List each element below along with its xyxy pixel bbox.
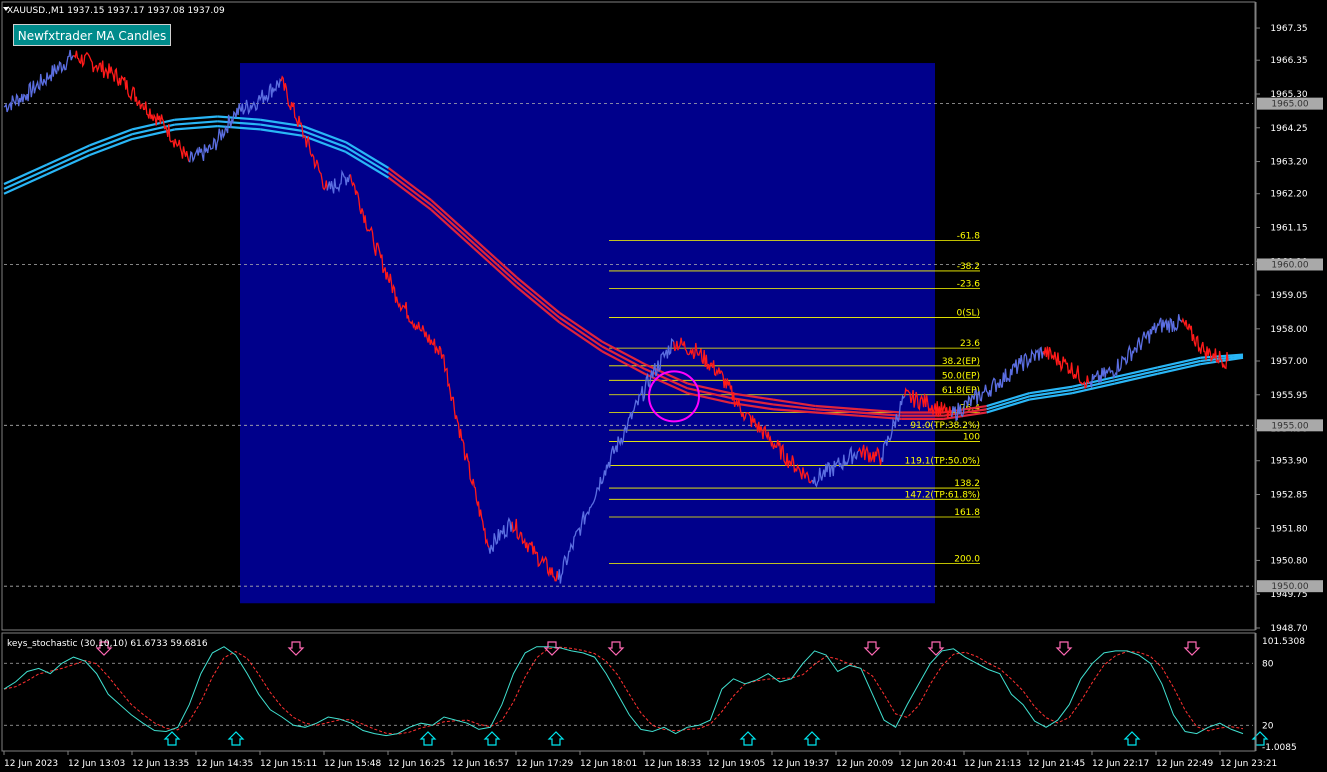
analysis-zone — [240, 63, 935, 604]
price-tick-label: 1952.85 — [1270, 490, 1307, 500]
fib-level-label: 200.0 — [954, 555, 980, 565]
price-tick-label: 1964.25 — [1270, 124, 1307, 134]
fib-level-label: 38.2(EP) — [942, 357, 980, 367]
fib-level-label: 0(SL) — [957, 309, 980, 319]
time-tick-label: 12 Jun 13:35 — [132, 759, 189, 769]
time-tick-label: 12 Jun 21:13 — [964, 759, 1021, 769]
time-tick-label: 12 Jun 22:49 — [1156, 759, 1213, 769]
fib-level-label: 100 — [963, 432, 980, 442]
stochastic-title: keys_stochastic (30,10,10) 61.6733 59.68… — [7, 639, 208, 649]
price-tick-label: 1959.05 — [1270, 291, 1307, 301]
fib-level-label: 23.6 — [960, 339, 980, 349]
fib-level-label: 161.8 — [954, 508, 980, 518]
time-tick-label: 12 Jun 14:35 — [196, 759, 253, 769]
time-tick-label: 12 Jun 20:41 — [900, 759, 957, 769]
stochastic-tick-label: 80 — [1262, 659, 1274, 669]
time-tick-label: 12 Jun 2023 — [4, 759, 58, 769]
fib-level-label: -23.6 — [957, 280, 981, 290]
price-tick-label: 1967.35 — [1270, 24, 1307, 34]
price-tick-label: 1958.00 — [1270, 325, 1307, 335]
time-tick-label: 12 Jun 18:01 — [580, 759, 637, 769]
price-tick-label: 1963.20 — [1270, 158, 1307, 168]
stochastic-tick-label: 101.5308 — [1262, 637, 1305, 647]
fib-level-label: 138.2 — [954, 479, 980, 489]
fib-level-label: 147.2(TP:61.8%) — [905, 490, 980, 500]
time-tick-label: 12 Jun 13:03 — [68, 759, 125, 769]
price-level-label: 1955.00 — [1271, 421, 1308, 431]
time-tick-label: 12 Jun 18:33 — [644, 759, 701, 769]
price-tick-label: 1955.95 — [1270, 391, 1307, 401]
price-tick-label: 1961.15 — [1270, 223, 1307, 233]
time-tick-label: 12 Jun 19:05 — [708, 759, 765, 769]
price-level-label: 1960.00 — [1271, 260, 1308, 270]
price-tick-label: 1948.70 — [1270, 624, 1307, 634]
fib-level-label: 119.1(TP:50.0%) — [905, 457, 980, 467]
price-tick-label: 1957.00 — [1270, 357, 1307, 367]
time-tick-label: 12 Jun 16:57 — [452, 759, 509, 769]
time-tick-label: 12 Jun 15:48 — [324, 759, 381, 769]
time-tick-label: 12 Jun 22:17 — [1092, 759, 1149, 769]
stochastic-tick-label: 20 — [1262, 721, 1274, 731]
fib-level-label: -61.8 — [957, 231, 981, 241]
stochastic-tick-label: -1.0085 — [1262, 743, 1297, 753]
time-tick-label: 12 Jun 17:29 — [516, 759, 573, 769]
time-tick-label: 12 Jun 23:21 — [1220, 759, 1277, 769]
price-tick-label: 1966.35 — [1270, 56, 1307, 66]
time-tick-label: 12 Jun 16:25 — [388, 759, 445, 769]
price-tick-label: 1962.20 — [1270, 190, 1307, 200]
zone-layer — [240, 63, 935, 604]
time-tick-label: 12 Jun 15:11 — [260, 759, 317, 769]
chart-canvas[interactable]: -61.8 -38.2 -23.6 0(SL) 23.6 38.2(EP) 50.0(EP)… — [0, 0, 1327, 772]
time-tick-label: 12 Jun 19:37 — [772, 759, 829, 769]
ma-candles-button[interactable]: Newfxtrader MA Candles — [13, 24, 171, 46]
time-tick-label: 12 Jun 21:45 — [1028, 759, 1085, 769]
fib-level-label: -38.2 — [957, 262, 980, 272]
price-tick-label: 1951.80 — [1270, 524, 1307, 534]
price-tick-label: 1953.90 — [1270, 457, 1307, 467]
fib-level-label: 50.0(EP) — [942, 371, 980, 381]
symbol-header: XAUUSD.,M1 1937.15 1937.17 1937.08 1937.… — [7, 6, 225, 16]
price-tick-label: 1950.80 — [1270, 556, 1307, 566]
price-level-label: 1965.00 — [1271, 100, 1308, 110]
price-level-label: 1950.00 — [1271, 582, 1308, 592]
time-tick-label: 12 Jun 20:09 — [836, 759, 893, 769]
fib-level-label: 91.0(TP:38.2%) — [910, 421, 980, 431]
